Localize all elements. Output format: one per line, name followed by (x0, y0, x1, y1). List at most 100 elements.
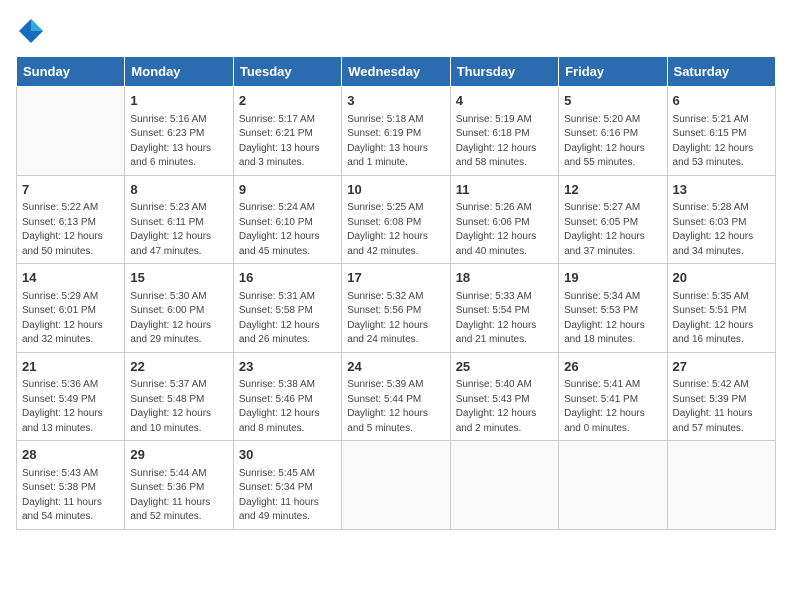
day-number: 12 (564, 180, 661, 200)
calendar-cell (667, 441, 775, 530)
day-info: Sunrise: 5:26 AM Sunset: 6:06 PM Dayligh… (456, 201, 553, 259)
day-number: 20 (673, 268, 770, 288)
day-number: 13 (673, 180, 770, 200)
calendar-cell: 16Sunrise: 5:31 AM Sunset: 5:58 PM Dayli… (233, 264, 341, 353)
calendar-cell: 2Sunrise: 5:17 AM Sunset: 6:21 PM Daylig… (233, 87, 341, 176)
calendar-cell: 23Sunrise: 5:38 AM Sunset: 5:46 PM Dayli… (233, 352, 341, 441)
calendar-cell: 15Sunrise: 5:30 AM Sunset: 6:00 PM Dayli… (125, 264, 233, 353)
calendar-week-row: 7Sunrise: 5:22 AM Sunset: 6:13 PM Daylig… (17, 175, 776, 264)
day-number: 5 (564, 91, 661, 111)
calendar-cell: 30Sunrise: 5:45 AM Sunset: 5:34 PM Dayli… (233, 441, 341, 530)
day-info: Sunrise: 5:37 AM Sunset: 5:48 PM Dayligh… (130, 378, 227, 436)
day-info: Sunrise: 5:33 AM Sunset: 5:54 PM Dayligh… (456, 290, 553, 348)
calendar-cell: 27Sunrise: 5:42 AM Sunset: 5:39 PM Dayli… (667, 352, 775, 441)
calendar-cell: 10Sunrise: 5:25 AM Sunset: 6:08 PM Dayli… (342, 175, 450, 264)
day-info: Sunrise: 5:34 AM Sunset: 5:53 PM Dayligh… (564, 290, 661, 348)
day-info: Sunrise: 5:19 AM Sunset: 6:18 PM Dayligh… (456, 113, 553, 171)
day-number: 11 (456, 180, 553, 200)
calendar-week-row: 21Sunrise: 5:36 AM Sunset: 5:49 PM Dayli… (17, 352, 776, 441)
day-number: 22 (130, 357, 227, 377)
day-info: Sunrise: 5:22 AM Sunset: 6:13 PM Dayligh… (22, 201, 119, 259)
calendar-cell: 24Sunrise: 5:39 AM Sunset: 5:44 PM Dayli… (342, 352, 450, 441)
calendar-cell: 11Sunrise: 5:26 AM Sunset: 6:06 PM Dayli… (450, 175, 558, 264)
day-info: Sunrise: 5:27 AM Sunset: 6:05 PM Dayligh… (564, 201, 661, 259)
calendar-cell: 22Sunrise: 5:37 AM Sunset: 5:48 PM Dayli… (125, 352, 233, 441)
day-number: 4 (456, 91, 553, 111)
calendar-cell: 20Sunrise: 5:35 AM Sunset: 5:51 PM Dayli… (667, 264, 775, 353)
day-info: Sunrise: 5:35 AM Sunset: 5:51 PM Dayligh… (673, 290, 770, 348)
day-info: Sunrise: 5:23 AM Sunset: 6:11 PM Dayligh… (130, 201, 227, 259)
day-info: Sunrise: 5:41 AM Sunset: 5:41 PM Dayligh… (564, 378, 661, 436)
day-number: 1 (130, 91, 227, 111)
day-info: Sunrise: 5:32 AM Sunset: 5:56 PM Dayligh… (347, 290, 444, 348)
day-info: Sunrise: 5:17 AM Sunset: 6:21 PM Dayligh… (239, 113, 336, 171)
day-info: Sunrise: 5:18 AM Sunset: 6:19 PM Dayligh… (347, 113, 444, 171)
day-number: 27 (673, 357, 770, 377)
day-number: 21 (22, 357, 119, 377)
day-number: 16 (239, 268, 336, 288)
day-info: Sunrise: 5:40 AM Sunset: 5:43 PM Dayligh… (456, 378, 553, 436)
day-number: 10 (347, 180, 444, 200)
day-number: 8 (130, 180, 227, 200)
calendar-cell: 25Sunrise: 5:40 AM Sunset: 5:43 PM Dayli… (450, 352, 558, 441)
day-number: 3 (347, 91, 444, 111)
calendar-cell: 26Sunrise: 5:41 AM Sunset: 5:41 PM Dayli… (559, 352, 667, 441)
calendar-cell: 17Sunrise: 5:32 AM Sunset: 5:56 PM Dayli… (342, 264, 450, 353)
day-number: 26 (564, 357, 661, 377)
day-info: Sunrise: 5:44 AM Sunset: 5:36 PM Dayligh… (130, 467, 227, 525)
calendar-cell: 21Sunrise: 5:36 AM Sunset: 5:49 PM Dayli… (17, 352, 125, 441)
calendar-cell: 1Sunrise: 5:16 AM Sunset: 6:23 PM Daylig… (125, 87, 233, 176)
day-info: Sunrise: 5:24 AM Sunset: 6:10 PM Dayligh… (239, 201, 336, 259)
logo-icon (16, 16, 46, 46)
day-info: Sunrise: 5:25 AM Sunset: 6:08 PM Dayligh… (347, 201, 444, 259)
day-info: Sunrise: 5:20 AM Sunset: 6:16 PM Dayligh… (564, 113, 661, 171)
day-info: Sunrise: 5:28 AM Sunset: 6:03 PM Dayligh… (673, 201, 770, 259)
logo-inner (16, 16, 50, 46)
day-info: Sunrise: 5:36 AM Sunset: 5:49 PM Dayligh… (22, 378, 119, 436)
day-number: 24 (347, 357, 444, 377)
day-number: 9 (239, 180, 336, 200)
calendar-header-row: SundayMondayTuesdayWednesdayThursdayFrid… (17, 57, 776, 87)
day-info: Sunrise: 5:31 AM Sunset: 5:58 PM Dayligh… (239, 290, 336, 348)
calendar-cell: 7Sunrise: 5:22 AM Sunset: 6:13 PM Daylig… (17, 175, 125, 264)
calendar-table: SundayMondayTuesdayWednesdayThursdayFrid… (16, 56, 776, 530)
calendar-cell: 18Sunrise: 5:33 AM Sunset: 5:54 PM Dayli… (450, 264, 558, 353)
calendar-week-row: 14Sunrise: 5:29 AM Sunset: 6:01 PM Dayli… (17, 264, 776, 353)
day-info: Sunrise: 5:42 AM Sunset: 5:39 PM Dayligh… (673, 378, 770, 436)
day-number: 7 (22, 180, 119, 200)
calendar-week-row: 1Sunrise: 5:16 AM Sunset: 6:23 PM Daylig… (17, 87, 776, 176)
day-number: 25 (456, 357, 553, 377)
calendar-cell: 13Sunrise: 5:28 AM Sunset: 6:03 PM Dayli… (667, 175, 775, 264)
day-info: Sunrise: 5:30 AM Sunset: 6:00 PM Dayligh… (130, 290, 227, 348)
calendar-cell (559, 441, 667, 530)
calendar-cell (342, 441, 450, 530)
calendar-cell: 14Sunrise: 5:29 AM Sunset: 6:01 PM Dayli… (17, 264, 125, 353)
day-number: 15 (130, 268, 227, 288)
day-info: Sunrise: 5:38 AM Sunset: 5:46 PM Dayligh… (239, 378, 336, 436)
calendar-cell (17, 87, 125, 176)
day-info: Sunrise: 5:45 AM Sunset: 5:34 PM Dayligh… (239, 467, 336, 525)
day-number: 18 (456, 268, 553, 288)
day-info: Sunrise: 5:29 AM Sunset: 6:01 PM Dayligh… (22, 290, 119, 348)
day-info: Sunrise: 5:21 AM Sunset: 6:15 PM Dayligh… (673, 113, 770, 171)
day-number: 17 (347, 268, 444, 288)
calendar-cell: 3Sunrise: 5:18 AM Sunset: 6:19 PM Daylig… (342, 87, 450, 176)
day-number: 29 (130, 445, 227, 465)
logo (16, 16, 50, 46)
day-number: 23 (239, 357, 336, 377)
day-of-week-header: Monday (125, 57, 233, 87)
day-of-week-header: Saturday (667, 57, 775, 87)
calendar-cell: 9Sunrise: 5:24 AM Sunset: 6:10 PM Daylig… (233, 175, 341, 264)
day-number: 14 (22, 268, 119, 288)
day-of-week-header: Sunday (17, 57, 125, 87)
day-number: 19 (564, 268, 661, 288)
calendar-cell: 6Sunrise: 5:21 AM Sunset: 6:15 PM Daylig… (667, 87, 775, 176)
day-info: Sunrise: 5:43 AM Sunset: 5:38 PM Dayligh… (22, 467, 119, 525)
calendar-cell: 19Sunrise: 5:34 AM Sunset: 5:53 PM Dayli… (559, 264, 667, 353)
day-info: Sunrise: 5:16 AM Sunset: 6:23 PM Dayligh… (130, 113, 227, 171)
calendar-cell (450, 441, 558, 530)
calendar-cell: 29Sunrise: 5:44 AM Sunset: 5:36 PM Dayli… (125, 441, 233, 530)
calendar-cell: 12Sunrise: 5:27 AM Sunset: 6:05 PM Dayli… (559, 175, 667, 264)
day-number: 2 (239, 91, 336, 111)
calendar-cell: 8Sunrise: 5:23 AM Sunset: 6:11 PM Daylig… (125, 175, 233, 264)
